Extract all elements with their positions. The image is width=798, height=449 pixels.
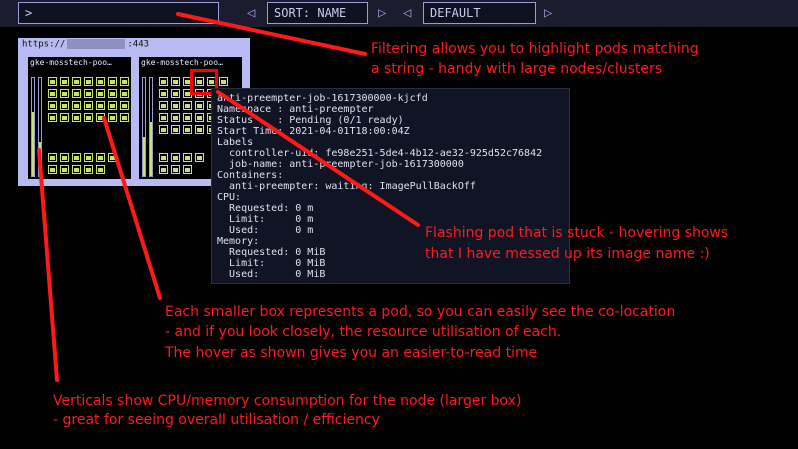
annotation-pod-2: - and if you look closely, the resource … xyxy=(165,324,562,340)
annotation-vertical-2: - great for seeing overall utilisation /… xyxy=(53,412,380,428)
arrow-verticals xyxy=(37,148,59,382)
arrow-stuck xyxy=(216,90,420,227)
annotation-stuck-2: that I have messed up its image name :) xyxy=(425,246,710,262)
annotation-pod-3: The hover as shown gives you an easier-t… xyxy=(165,345,538,361)
arrow-filter xyxy=(176,12,367,56)
annotation-filter-2: a string - handy with large nodes/cluste… xyxy=(371,61,663,77)
annotation-vertical-1: Verticals show CPU/memory consumption fo… xyxy=(53,393,522,409)
annotation-filter-1: Filtering allows you to highlight pods m… xyxy=(371,41,699,57)
arrow-pods xyxy=(102,116,162,300)
annotation-stuck-1: Flashing pod that is stuck - hovering sh… xyxy=(425,225,729,241)
annotation-pod-1: Each smaller box represents a pod, so yo… xyxy=(165,304,676,320)
